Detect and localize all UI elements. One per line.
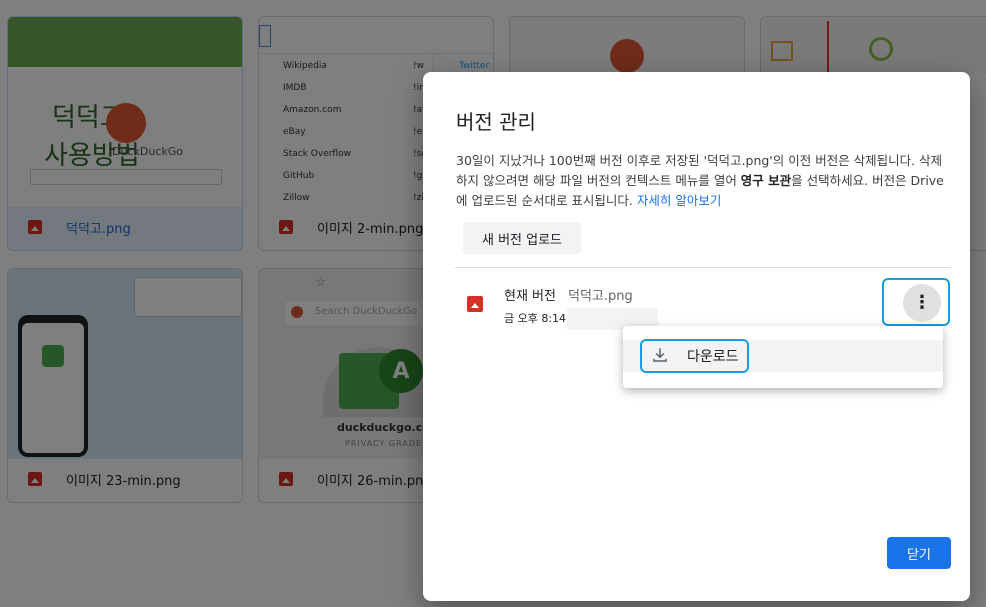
version-filename: 덕덕고.png	[568, 289, 633, 304]
close-button[interactable]: 닫기	[887, 537, 951, 569]
dialog-description: 30일이 지났거나 100번째 버전 이후로 저장된 '덕덕고.png'의 이전…	[456, 151, 951, 211]
desc-bold: 영구 보관	[740, 173, 792, 188]
more-actions-button[interactable]: ⋮	[903, 284, 941, 322]
divider	[455, 267, 951, 268]
image-file-icon	[467, 296, 483, 312]
context-menu: 다운로드	[623, 326, 943, 388]
version-manager-dialog: 버전 관리 30일이 지났거나 100번째 버전 이후로 저장된 '덕덕고.pn…	[423, 72, 970, 601]
version-time: 금 오후 8:14	[504, 312, 567, 325]
more-vert-icon: ⋮	[913, 292, 931, 313]
highlight-box	[640, 339, 749, 373]
learn-more-link[interactable]: 자세히 알아보기	[637, 193, 721, 208]
version-label: 현재 버전	[504, 289, 556, 304]
upload-new-version-button[interactable]: 새 버전 업로드	[463, 222, 581, 254]
dialog-title: 버전 관리	[456, 110, 536, 134]
